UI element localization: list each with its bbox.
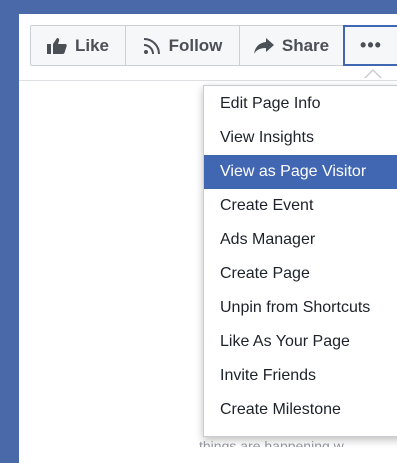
share-label: Share xyxy=(281,35,330,55)
more-options-menu: Edit Page Info View Insights View as Page … xyxy=(203,85,397,437)
share-button[interactable]: Share xyxy=(240,25,344,66)
menu-item-unpin-from-shortcuts[interactable]: Unpin from Shortcuts xyxy=(204,291,397,325)
background-post-text: things are happening w xyxy=(199,438,344,447)
follow-label: Follow xyxy=(168,35,223,55)
page-action-bar: Like Follow Share ••• xyxy=(30,25,397,66)
menu-item-create-event[interactable]: Create Event xyxy=(204,189,397,223)
menu-item-view-insights[interactable]: View Insights xyxy=(204,121,397,155)
menu-item-create-milestone[interactable]: Create Milestone xyxy=(204,393,397,427)
menu-list: Edit Page Info View Insights View as Page … xyxy=(204,86,397,427)
menu-caret-fill xyxy=(365,71,381,79)
more-options-button[interactable]: ••• xyxy=(343,25,397,66)
menu-item-edit-page-info[interactable]: Edit Page Info xyxy=(204,87,397,121)
menu-item-ads-manager[interactable]: Ads Manager xyxy=(204,223,397,257)
menu-item-create-page[interactable]: Create Page xyxy=(204,257,397,291)
rss-feed-icon xyxy=(143,37,161,55)
menu-item-invite-friends[interactable]: Invite Friends xyxy=(204,359,397,393)
like-label: Like xyxy=(74,35,110,55)
follow-button[interactable]: Follow xyxy=(126,25,240,66)
like-button[interactable]: Like xyxy=(30,25,126,66)
thumbs-up-icon xyxy=(46,37,67,54)
menu-item-view-as-page-visitor[interactable]: View as Page Visitor xyxy=(204,155,397,189)
cover-strip xyxy=(19,0,397,14)
more-label: ••• xyxy=(360,35,382,55)
share-arrow-icon xyxy=(253,37,274,54)
menu-item-like-as-your-page[interactable]: Like As Your Page xyxy=(204,325,397,359)
action-bar-divider xyxy=(19,80,397,81)
